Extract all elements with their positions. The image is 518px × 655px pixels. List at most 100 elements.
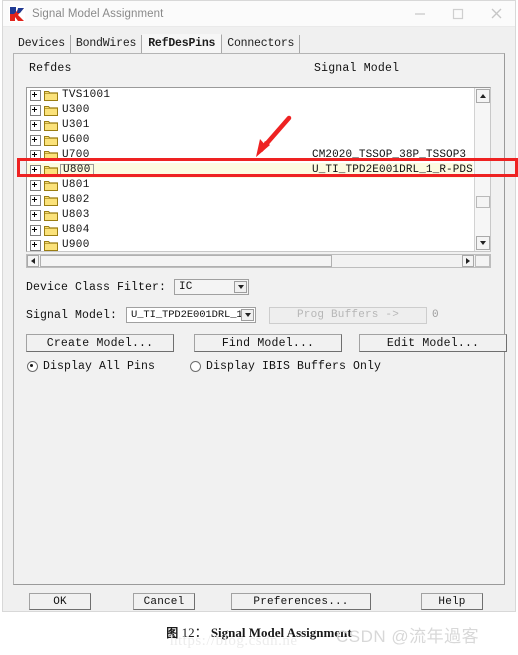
display-all-pins-label: Display All Pins	[43, 360, 156, 373]
window-controls	[401, 1, 515, 26]
display-ibis-buffers-radio[interactable]: Display IBIS Buffers Only	[190, 360, 381, 373]
radio-selected-icon[interactable]	[27, 361, 38, 372]
scroll-down-icon[interactable]	[476, 236, 490, 250]
scrollbar-corner	[475, 255, 490, 267]
folder-icon	[44, 210, 58, 221]
device-class-filter-row: Device Class Filter: IC	[26, 278, 250, 296]
close-icon[interactable]	[477, 1, 515, 26]
signal-model-row: Signal Model: U_TI_TPD2E001DRL_1 Prog Bu…	[26, 306, 439, 324]
cancel-button[interactable]: Cancel	[133, 593, 195, 610]
scroll-up-icon[interactable]	[476, 89, 490, 103]
folder-icon	[44, 165, 58, 176]
vertical-scrollbar[interactable]	[474, 88, 490, 251]
signal-model-selected-value: U_TI_TPD2E001DRL_1	[131, 308, 243, 321]
column-headers: Refdes Signal Model	[14, 62, 504, 82]
find-model-button[interactable]: Find Model...	[194, 334, 342, 352]
table-row[interactable]: U802	[27, 193, 473, 208]
table-row[interactable]: U804	[27, 223, 473, 238]
expand-plus-icon[interactable]	[30, 150, 41, 161]
prog-buffers-count: 0	[432, 309, 439, 321]
table-row[interactable]: U801	[27, 178, 473, 193]
maximize-icon[interactable]	[439, 1, 477, 26]
folder-icon	[44, 90, 58, 101]
display-all-pins-radio[interactable]: Display All Pins	[27, 360, 155, 373]
tab-devices[interactable]: Devices	[13, 35, 71, 53]
folder-icon	[44, 120, 58, 131]
signal-model-select[interactable]: U_TI_TPD2E001DRL_1	[126, 307, 257, 323]
vertical-scroll-thumb[interactable]	[476, 196, 490, 208]
folder-icon	[44, 240, 58, 251]
ok-button[interactable]: OK	[29, 593, 91, 610]
refdes-label: U801	[62, 179, 90, 191]
edit-model-button[interactable]: Edit Model...	[359, 334, 507, 352]
tree-rows: TVS1001 U300 U301 U600 U700 CM2020_TSSOP…	[27, 88, 473, 251]
folder-icon	[44, 150, 58, 161]
expand-plus-icon[interactable]	[30, 180, 41, 191]
expand-plus-icon[interactable]	[30, 195, 41, 206]
refdes-label: U803	[62, 209, 90, 221]
table-row-selected[interactable]: U800 U_TI_TPD2E001DRL_1_R-PDSO-G5-	[27, 163, 473, 178]
tab-bondwires[interactable]: BondWires	[71, 35, 143, 53]
prog-buffers-button: Prog Buffers ->	[269, 306, 428, 324]
scroll-left-icon[interactable]	[27, 255, 39, 267]
display-ibis-buffers-label: Display IBIS Buffers Only	[206, 360, 382, 373]
scroll-right-icon[interactable]	[462, 255, 474, 267]
expand-plus-icon[interactable]	[30, 225, 41, 236]
folder-icon	[44, 195, 58, 206]
table-row[interactable]: U600	[27, 133, 473, 148]
signal-model-label: Signal Model:	[26, 308, 118, 322]
expand-plus-icon[interactable]	[30, 120, 41, 131]
dialog-window: Signal Model Assignment Devices BondWire…	[2, 0, 516, 612]
device-class-filter-label: Device Class Filter:	[26, 280, 167, 294]
device-class-filter-select[interactable]: IC	[174, 279, 250, 295]
tab-connectors[interactable]: Connectors	[222, 35, 301, 53]
horizontal-scroll-thumb[interactable]	[40, 255, 332, 267]
folder-icon	[44, 135, 58, 146]
refdes-label: U802	[62, 194, 90, 206]
expand-plus-icon[interactable]	[30, 210, 41, 221]
refdes-label: U700	[62, 149, 90, 161]
refdes-label: U301	[62, 119, 90, 131]
signal-model-value: CM2020_TSSOP_38P_TSSOP3	[312, 149, 467, 161]
title-bar: Signal Model Assignment	[3, 1, 515, 27]
horizontal-scrollbar[interactable]	[26, 254, 491, 268]
watermark-csdn: CSDN @流年過客	[336, 627, 480, 646]
chevron-down-icon[interactable]	[241, 309, 255, 321]
column-header-signal-model: Signal Model	[314, 62, 400, 75]
preferences-button[interactable]: Preferences...	[231, 593, 371, 610]
tab-refdespins[interactable]: RefDesPins	[142, 34, 223, 54]
table-row[interactable]: U803	[27, 208, 473, 223]
refdes-label: U900	[62, 239, 90, 251]
table-row[interactable]: U900	[27, 238, 473, 251]
expand-plus-icon[interactable]	[30, 105, 41, 116]
device-class-filter-value: IC	[179, 280, 193, 293]
help-button[interactable]: Help	[421, 593, 483, 610]
refdes-label: U600	[62, 134, 90, 146]
signal-model-value: U_TI_TPD2E001DRL_1_R-PDSO-G5-	[312, 164, 473, 176]
expand-plus-icon[interactable]	[30, 165, 41, 176]
refdes-tree-list[interactable]: TVS1001 U300 U301 U600 U700 CM2020_TSSOP…	[26, 87, 491, 252]
table-row[interactable]: TVS1001	[27, 88, 473, 103]
refdes-label: TVS1001	[62, 89, 111, 101]
refdes-label: U804	[62, 224, 90, 236]
table-row[interactable]: U300	[27, 103, 473, 118]
minimize-icon[interactable]	[401, 1, 439, 26]
expand-plus-icon[interactable]	[30, 240, 41, 251]
folder-icon	[44, 105, 58, 116]
refdes-label: U300	[62, 104, 90, 116]
tab-panel: Refdes Signal Model TVS1001 U300 U301 U6…	[13, 53, 507, 585]
expand-plus-icon[interactable]	[30, 90, 41, 101]
expand-plus-icon[interactable]	[30, 135, 41, 146]
watermark-url: https://blog.csdn.ne	[170, 633, 298, 649]
table-row[interactable]: U301	[27, 118, 473, 133]
folder-icon	[44, 225, 58, 236]
refdes-label: U800	[60, 164, 94, 177]
window-title: Signal Model Assignment	[32, 7, 164, 20]
column-header-refdes: Refdes	[29, 62, 72, 75]
table-row[interactable]: U700 CM2020_TSSOP_38P_TSSOP3	[27, 148, 473, 163]
chevron-down-icon[interactable]	[234, 281, 248, 293]
create-model-button[interactable]: Create Model...	[26, 334, 174, 352]
app-logo-icon	[9, 5, 25, 22]
radio-unselected-icon[interactable]	[190, 361, 201, 372]
folder-icon	[44, 180, 58, 191]
